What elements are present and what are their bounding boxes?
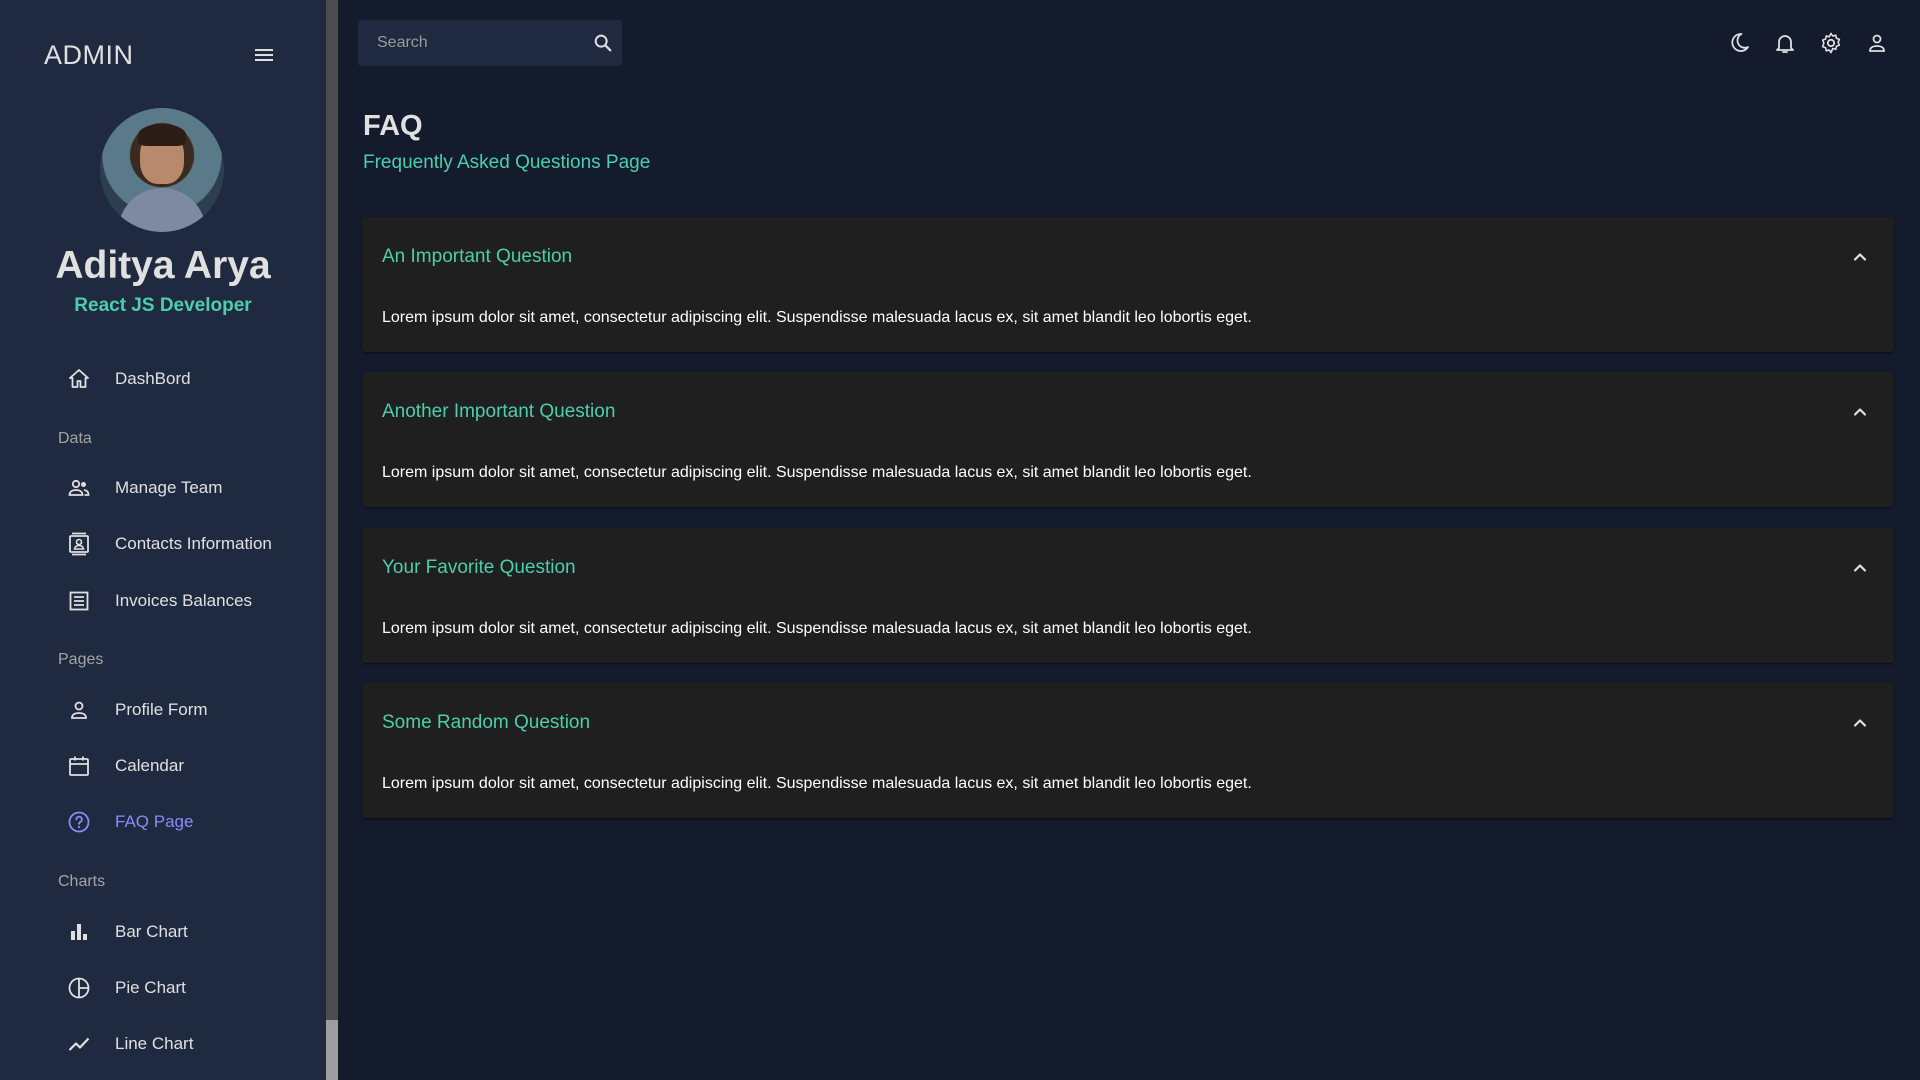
- dark-mode-icon: [1731, 33, 1749, 52]
- brand-title: ADMIN: [44, 39, 134, 70]
- sidebar-item-label: Manage Team: [115, 478, 223, 497]
- sidebar-item-profile-form[interactable]: Profile Form: [66, 690, 306, 730]
- faq-answer: Lorem ipsum dolor sit amet, consectetur …: [382, 775, 1252, 792]
- sidebar-item-contacts[interactable]: Contacts Information: [66, 524, 306, 564]
- faq-accordion-header[interactable]: Another Important Question: [362, 372, 1894, 452]
- settings-button[interactable]: [1812, 24, 1850, 62]
- section-label-data: Data: [58, 430, 92, 447]
- faq-answer: Lorem ipsum dolor sit amet, consectetur …: [382, 620, 1252, 637]
- sidebar: ADMIN Aditya Arya React JS Developer Das…: [0, 0, 326, 1080]
- pie-chart-icon: [66, 975, 92, 1001]
- faq-answer: Lorem ipsum dolor sit amet, consectetur …: [382, 309, 1252, 326]
- faq-answer: Lorem ipsum dolor sit amet, consectetur …: [382, 464, 1252, 481]
- chevron-up-icon: [1853, 408, 1867, 416]
- help-icon: [66, 809, 92, 835]
- sidebar-scrollbar[interactable]: [326, 0, 338, 1080]
- account-button[interactable]: [1858, 24, 1896, 62]
- sidebar-header: ADMIN: [44, 36, 284, 74]
- faq-question: Your Favorite Question: [382, 557, 576, 578]
- chevron-up-icon: [1853, 564, 1867, 572]
- notifications-icon: [1776, 35, 1794, 53]
- sidebar-item-label: Pie Chart: [115, 978, 186, 997]
- page-title: FAQ: [363, 110, 423, 142]
- sidebar-item-faq[interactable]: FAQ Page: [66, 802, 306, 842]
- avatar: [100, 108, 224, 232]
- search-icon: [594, 34, 612, 52]
- people-icon: [66, 475, 92, 501]
- account-icon: [1869, 34, 1885, 52]
- scrollbar-track: [326, 0, 338, 1020]
- person-icon: [66, 697, 92, 723]
- faq-question: An Important Question: [382, 246, 573, 267]
- faq-accordion: Another Important Question Lorem ipsum d…: [362, 372, 1894, 507]
- sidebar-item-manage-team[interactable]: Manage Team: [66, 468, 306, 508]
- sidebar-item-label: Contacts Information: [115, 534, 272, 553]
- chevron-up-icon: [1853, 719, 1867, 727]
- user-role: React JS Developer: [74, 295, 252, 316]
- sidebar-item-pie-chart[interactable]: Pie Chart: [66, 968, 306, 1008]
- faq-accordion: Some Random Question Lorem ipsum dolor s…: [362, 683, 1894, 818]
- faq-question: Some Random Question: [382, 712, 591, 733]
- calendar-icon: [66, 753, 92, 779]
- contacts-icon: [66, 531, 92, 557]
- faq-accordion-header[interactable]: Your Favorite Question: [362, 528, 1894, 608]
- sidebar-item-dashboard[interactable]: DashBord: [66, 359, 306, 399]
- faq-accordion: Your Favorite Question Lorem ipsum dolor…: [362, 528, 1894, 663]
- topbar-actions: [1712, 24, 1896, 62]
- bar-chart-icon: [66, 919, 92, 945]
- sidebar-item-bar-chart[interactable]: Bar Chart: [66, 912, 306, 952]
- sidebar-item-line-chart[interactable]: Line Chart: [66, 1024, 306, 1064]
- receipt-icon: [66, 588, 92, 614]
- dark-mode-button[interactable]: [1720, 24, 1758, 62]
- sidebar-item-label: Calendar: [115, 756, 184, 775]
- faq-accordion-header[interactable]: Some Random Question: [362, 683, 1894, 763]
- menu-icon: [255, 49, 273, 61]
- page-subtitle: Frequently Asked Questions Page: [363, 152, 651, 173]
- search-input[interactable]: [358, 20, 584, 66]
- section-label-pages: Pages: [58, 651, 104, 668]
- menu-toggle-button[interactable]: [244, 35, 284, 75]
- sidebar-item-label: Line Chart: [115, 1034, 194, 1053]
- sidebar-item-invoices[interactable]: Invoices Balances: [66, 581, 306, 621]
- settings-icon: [1821, 32, 1841, 54]
- sidebar-item-label: Bar Chart: [115, 922, 188, 941]
- faq-accordion-header[interactable]: An Important Question: [362, 217, 1894, 297]
- section-label-charts: Charts: [58, 873, 106, 890]
- faq-question: Another Important Question: [382, 401, 616, 422]
- sidebar-item-calendar[interactable]: Calendar: [66, 746, 306, 786]
- user-name: Aditya Arya: [55, 244, 271, 287]
- faq-accordion: An Important Question Lorem ipsum dolor …: [362, 217, 1894, 352]
- home-icon: [66, 366, 92, 392]
- sidebar-item-label: DashBord: [115, 369, 191, 388]
- search-button[interactable]: [584, 22, 622, 64]
- search-bar: [358, 20, 622, 66]
- sidebar-item-label: FAQ Page: [115, 812, 194, 831]
- sidebar-item-label: Profile Form: [115, 700, 208, 719]
- sidebar-item-label: Invoices Balances: [115, 591, 253, 610]
- notifications-button[interactable]: [1766, 24, 1804, 62]
- line-chart-icon: [66, 1031, 92, 1057]
- chevron-up-icon: [1853, 253, 1867, 261]
